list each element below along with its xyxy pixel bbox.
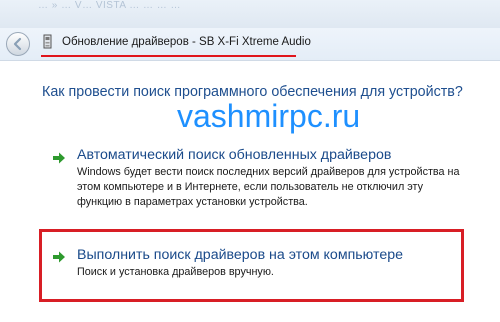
green-arrow-icon [53, 152, 65, 164]
audio-device-icon [43, 34, 52, 49]
window-title: Обновление драйверов - SB X-Fi Xtreme Au… [62, 36, 311, 48]
description-line: функцию в параметрах установки устройств… [77, 196, 308, 208]
manual-search-option[interactable]: Выполнить поиск драйверов на этом компью… [77, 247, 403, 263]
title-highlight-underline [41, 55, 296, 57]
top-strip: … » … V… VISTA … … … … [0, 0, 500, 28]
green-arrow-icon [53, 251, 65, 263]
back-button[interactable] [6, 32, 30, 56]
watermark-text: vashmirpc.ru [177, 98, 361, 134]
auto-search-description: Windows будет вести поиск последних верс… [77, 165, 460, 210]
description-line: этом компьютере и в Интернете, если поль… [77, 181, 423, 193]
description-line: Поиск и установка драйверов вручную. [77, 266, 274, 278]
back-arrow-icon [13, 37, 22, 51]
manual-search-description: Поиск и установка драйверов вручную. [77, 265, 274, 280]
description-line: Windows будет вести поиск последних верс… [77, 166, 460, 178]
auto-search-option[interactable]: Автоматический поиск обновленных драйвер… [77, 147, 391, 163]
top-strip-text: … » … V… VISTA … … … … [38, 0, 182, 11]
